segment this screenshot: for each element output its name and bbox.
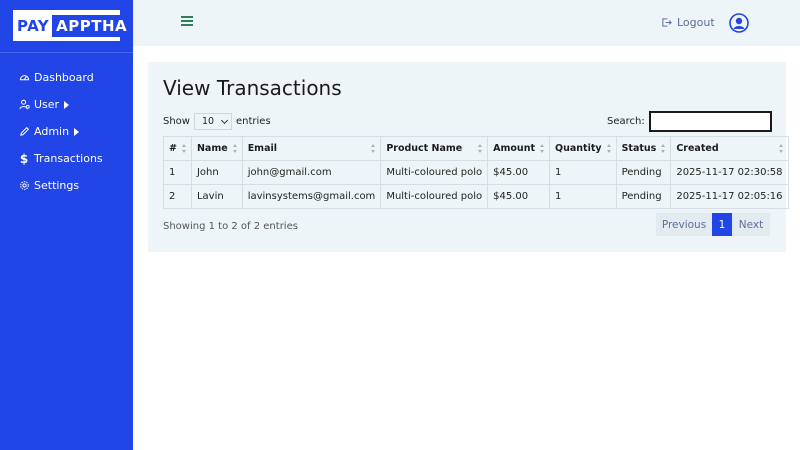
search-label: Search: — [607, 116, 645, 127]
sort-icon — [371, 144, 376, 154]
pencil-icon — [18, 126, 30, 138]
column-header-created[interactable]: Created — [670, 136, 789, 161]
column-header-email[interactable]: Email — [241, 136, 382, 161]
brand-apptha: APPTHA — [52, 14, 132, 37]
next-page-button[interactable]: Next — [732, 213, 770, 236]
cell-amount: $45.00 — [487, 184, 551, 209]
brand-logo[interactable]: PAY APPTHA — [13, 10, 132, 41]
sidebar-item-settings[interactable]: Settings — [0, 172, 133, 199]
column-header-number[interactable]: # — [163, 136, 192, 161]
sidebar-item-admin[interactable]: Admin — [0, 118, 133, 145]
column-header-name[interactable]: Name — [190, 136, 243, 161]
table-row: 2 Lavin lavinsystems@gmail.com Multi-col… — [163, 184, 789, 209]
cell-quantity: 1 — [549, 184, 617, 209]
show-label: Show — [163, 116, 190, 127]
logout-icon — [662, 18, 672, 27]
pagination: Previous 1 Next — [656, 213, 770, 236]
cell-product-name: Multi-coloured polo — [380, 184, 489, 209]
sort-icon — [606, 144, 612, 154]
previous-page-button[interactable]: Previous — [656, 213, 712, 236]
cell-email: lavinsystems@gmail.com — [241, 184, 382, 209]
sort-icon — [540, 144, 545, 154]
brand-pay: PAY — [17, 16, 50, 35]
column-header-product-name[interactable]: Product Name — [380, 136, 489, 161]
chevron-down-icon — [220, 116, 229, 124]
sidebar: PAY APPTHA Dashboard User Admin $ Transa… — [0, 0, 133, 450]
users-icon — [18, 99, 30, 111]
sort-icon — [778, 144, 784, 154]
logout-link[interactable]: Logout — [661, 16, 715, 29]
column-header-amount[interactable]: Amount — [487, 136, 551, 161]
menu-toggle-icon[interactable] — [181, 16, 193, 26]
caret-right-icon — [64, 100, 70, 109]
cell-name: John — [190, 160, 243, 185]
page-length-select[interactable]: 10 — [193, 113, 232, 130]
sidebar-item-label: Transactions — [34, 152, 103, 165]
sidebar-item-transactions[interactable]: $ Transactions — [0, 145, 133, 172]
cell-status: Pending — [615, 160, 672, 185]
sidebar-nav: Dashboard User Admin $ Transactions Sett… — [0, 64, 133, 199]
page-length-control: Show 10 entries — [163, 113, 271, 130]
top-bar: Logout — [133, 0, 800, 46]
gear-icon — [18, 180, 30, 192]
cell-number: 1 — [163, 160, 192, 185]
table-info-text: Showing 1 to 2 of 2 entries — [163, 221, 298, 232]
sort-icon — [661, 144, 666, 154]
sidebar-item-label: Dashboard — [34, 71, 94, 84]
page-title: View Transactions — [163, 76, 342, 100]
sidebar-item-user[interactable]: User — [0, 91, 133, 118]
transactions-card: View Transactions Show 10 entries Search… — [148, 62, 789, 252]
search-control: Search: — [607, 111, 772, 132]
column-header-quantity[interactable]: Quantity — [549, 136, 617, 161]
sort-icon — [232, 144, 238, 154]
search-input[interactable] — [648, 111, 772, 132]
cell-product-name: Multi-coloured polo — [380, 160, 489, 185]
cell-quantity: 1 — [549, 160, 617, 185]
page-1-button[interactable]: 1 — [712, 213, 732, 236]
dollar-icon: $ — [19, 151, 29, 166]
transactions-table: # Name Email Product Name Amount Quantit… — [163, 136, 789, 209]
cell-name: Lavin — [190, 184, 243, 209]
cell-created: 2025-11-17 02:05:16 — [670, 184, 789, 209]
cell-amount: $45.00 — [487, 160, 551, 185]
sort-icon — [478, 144, 483, 154]
column-header-status[interactable]: Status — [615, 136, 672, 161]
dashboard-gauge-icon — [18, 72, 30, 84]
sidebar-divider — [0, 52, 133, 53]
cell-status: Pending — [615, 184, 672, 209]
sidebar-item-label: User — [34, 98, 60, 111]
sidebar-item-label: Settings — [34, 179, 80, 192]
sidebar-item-dashboard[interactable]: Dashboard — [0, 64, 133, 91]
sidebar-item-label: Admin — [34, 125, 70, 138]
cell-email: john@gmail.com — [241, 160, 382, 185]
logout-label: Logout — [677, 16, 715, 29]
cell-number: 2 — [163, 184, 192, 209]
table-header-row: # Name Email Product Name Amount Quantit… — [163, 136, 789, 161]
caret-right-icon — [74, 127, 80, 136]
page-length-value: 10 — [201, 116, 215, 127]
user-avatar-icon[interactable] — [729, 13, 749, 33]
cell-created: 2025-11-17 02:30:58 — [670, 160, 789, 185]
entries-label: entries — [235, 116, 271, 127]
sort-icon — [181, 144, 187, 154]
table-row: 1 John john@gmail.com Multi-coloured pol… — [163, 160, 789, 185]
